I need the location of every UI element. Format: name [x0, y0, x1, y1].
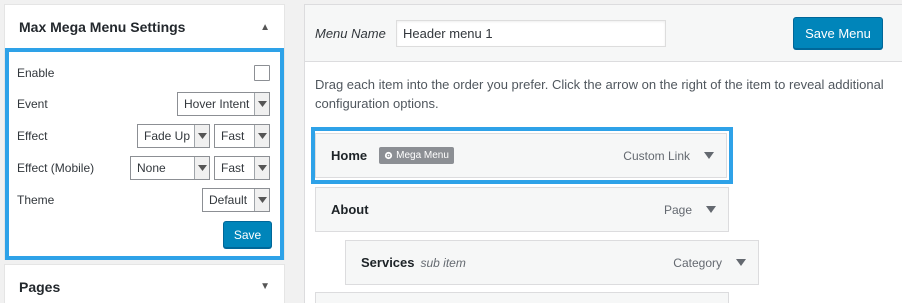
event-select[interactable]: Hover Intent [177, 92, 270, 116]
effect-mobile-label: Effect (Mobile) [17, 161, 95, 175]
menu-item-partial[interactable] [315, 292, 729, 303]
menu-name-input[interactable]: Header menu 1 [396, 20, 666, 47]
theme-select[interactable]: Default [202, 188, 270, 212]
effect-speed-select[interactable]: Fast [214, 124, 270, 148]
theme-value: Default [209, 193, 248, 207]
menu-item-title: About [331, 202, 369, 217]
item-expand-arrow-icon[interactable] [736, 259, 746, 266]
event-value: Hover Intent [184, 97, 250, 111]
enable-checkbox[interactable] [254, 65, 270, 81]
menu-editor-header: Menu Name Header menu 1 Save Menu [305, 5, 902, 62]
settings-title: Max Mega Menu Settings [19, 19, 186, 35]
effect-mobile-select[interactable]: None [130, 156, 210, 180]
effect-label: Effect [17, 129, 48, 143]
enable-label: Enable [17, 66, 55, 80]
chevron-down-icon [254, 93, 269, 115]
item-expand-arrow-icon[interactable] [706, 206, 716, 213]
menu-name-label: Menu Name [315, 26, 386, 41]
settings-panel: Enable Event Hover Intent Effect Fade Up… [5, 48, 284, 260]
chevron-down-icon [254, 125, 269, 147]
menu-item-title: Services [361, 255, 415, 270]
event-row: Event Hover Intent [17, 92, 270, 116]
pages-box[interactable]: Pages ▼ [4, 264, 285, 303]
menu-item-about[interactable]: About Page [315, 187, 729, 232]
chevron-down-icon [254, 157, 269, 179]
effect-value: Fade Up [144, 129, 191, 143]
chevron-down-icon [194, 125, 209, 147]
save-settings-button[interactable]: Save [223, 221, 272, 248]
chevron-down-icon [254, 189, 269, 211]
event-label: Event [17, 97, 48, 111]
enable-row: Enable [17, 61, 270, 85]
collapse-up-icon[interactable]: ▲ [260, 22, 270, 33]
menu-item-type: Category [673, 255, 722, 270]
theme-row: Theme Default [17, 188, 270, 212]
expand-down-icon[interactable]: ▼ [260, 281, 270, 292]
effect-mobile-value: None [137, 161, 166, 175]
menu-item-services[interactable]: Services sub item Category [345, 240, 759, 285]
effect-speed-value: Fast [221, 129, 245, 143]
pages-title: Pages [19, 278, 61, 295]
effect-row: Effect Fade Up Fast [17, 124, 270, 148]
effect-mobile-speed-value: Fast [221, 161, 245, 175]
instructions-text: Drag each item into the order you prefer… [315, 77, 884, 111]
effect-mobile-speed-select[interactable]: Fast [214, 156, 270, 180]
effect-mobile-row: Effect (Mobile) None Fast [17, 156, 270, 180]
save-menu-button[interactable]: Save Menu [793, 17, 883, 49]
home-item-highlight [311, 127, 733, 184]
menu-item-type: Page [663, 202, 692, 217]
effect-select[interactable]: Fade Up [137, 124, 210, 148]
theme-label: Theme [17, 193, 55, 207]
chevron-down-icon [194, 157, 209, 179]
settings-header[interactable]: Max Mega Menu Settings ▲ [5, 5, 284, 50]
menu-item-sub-label: sub item [420, 255, 466, 270]
